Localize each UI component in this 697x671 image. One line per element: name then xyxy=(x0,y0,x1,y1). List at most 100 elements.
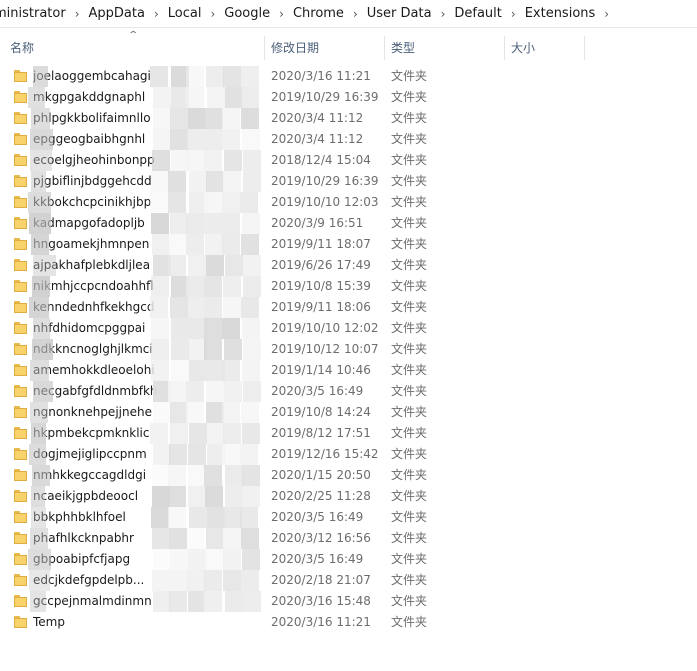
file-row[interactable]: joelaoggembcahagi 2020/3/16 11:21 文件夹 xyxy=(0,66,697,87)
file-row[interactable]: ajpakhafplebkdljlea 2019/6/26 17:49 文件夹 xyxy=(0,255,697,276)
file-row[interactable]: gbpoabipfcfjapg 2020/3/5 16:49 文件夹 xyxy=(0,549,697,570)
file-row[interactable]: amemhokkdleoelohi 2019/1/14 10:46 文件夹 xyxy=(0,360,697,381)
file-row[interactable]: dogjmejiglipccpnm 2019/12/16 15:42 文件夹 xyxy=(0,444,697,465)
column-divider[interactable] xyxy=(584,36,585,60)
file-row[interactable]: nmhkkegccagdldgi 2020/1/15 20:50 文件夹 xyxy=(0,465,697,486)
column-header-size[interactable]: 大小 xyxy=(511,36,535,60)
chevron-right-icon[interactable]: › xyxy=(604,7,609,21)
chevron-right-icon[interactable]: › xyxy=(441,7,446,21)
file-row[interactable]: mkgpgakddgnaphl 2019/10/29 16:39 文件夹 xyxy=(0,87,697,108)
chevron-right-icon[interactable]: › xyxy=(75,7,80,21)
file-name: ajpakhafplebkdljlea xyxy=(33,258,151,272)
modified-date: 2019/10/29 16:39 xyxy=(271,90,379,104)
chevron-right-icon[interactable]: › xyxy=(353,7,358,21)
file-name: ncaeikjgpbdeoocl xyxy=(33,489,139,503)
file-name: ngnonknehpejjnehe xyxy=(33,405,152,419)
column-divider[interactable] xyxy=(504,36,505,60)
chevron-right-icon[interactable]: › xyxy=(511,7,516,21)
file-name: hngoamekjhmnpen xyxy=(33,237,150,251)
file-row[interactable]: hkpmbekcpmknklic 2019/8/12 17:51 文件夹 xyxy=(0,423,697,444)
file-type: 文件夹 xyxy=(391,69,428,83)
file-row[interactable]: necgabfgfdldnmbfkh 2020/3/5 16:49 文件夹 xyxy=(0,381,697,402)
folder-icon xyxy=(14,469,27,481)
breadcrumb-item[interactable]: User Data xyxy=(367,6,432,21)
breadcrumb-item[interactable]: Extensions xyxy=(525,6,596,21)
file-name: phafhlkcknpabhr xyxy=(33,531,134,545)
modified-date: 2019/10/8 15:39 xyxy=(271,279,371,293)
file-row[interactable]: phafhlkcknpabhr 2020/3/12 16:56 文件夹 xyxy=(0,528,697,549)
file-type: 文件夹 xyxy=(391,237,428,251)
file-row[interactable]: nhfdhidomcpggpai 2019/10/10 12:02 文件夹 xyxy=(0,318,697,339)
breadcrumb-item[interactable]: AppData xyxy=(89,6,145,21)
column-divider[interactable] xyxy=(384,36,385,60)
file-type: 文件夹 xyxy=(391,216,428,230)
file-type: 文件夹 xyxy=(391,531,428,545)
folder-icon xyxy=(14,196,27,208)
file-row[interactable]: pjgbiflinjbdggehcdd 2019/10/29 16:39 文件夹 xyxy=(0,171,697,192)
file-type: 文件夹 xyxy=(391,426,428,440)
modified-date: 2019/10/8 14:24 xyxy=(271,405,371,419)
column-header-modified[interactable]: 修改日期 xyxy=(271,36,319,60)
file-row[interactable]: ngnonknehpejjnehe 2019/10/8 14:24 文件夹 xyxy=(0,402,697,423)
file-type: 文件夹 xyxy=(391,594,428,608)
file-row[interactable]: bbkphhbklhfoel 2020/3/5 16:49 文件夹 xyxy=(0,507,697,528)
file-row[interactable]: epggeogbaibhgnhl 2020/3/4 11:12 文件夹 xyxy=(0,129,697,150)
modified-date: 2020/1/15 20:50 xyxy=(271,468,371,482)
modified-date: 2020/3/4 11:12 xyxy=(271,132,364,146)
chevron-right-icon[interactable]: › xyxy=(154,7,159,21)
file-row[interactable]: ncaeikjgpbdeoocl 2020/2/25 11:28 文件夹 xyxy=(0,486,697,507)
file-type: 文件夹 xyxy=(391,363,428,377)
file-type: 文件夹 xyxy=(391,384,428,398)
modified-date: 2019/6/26 17:49 xyxy=(271,258,371,272)
modified-date: 2019/10/29 16:39 xyxy=(271,174,379,188)
file-name: kenndednhfkekhgcd xyxy=(33,300,155,314)
file-name: nmhkkegccagdldgi xyxy=(33,468,147,482)
modified-date: 2019/9/11 18:06 xyxy=(271,300,371,314)
folder-icon xyxy=(14,70,27,82)
folder-icon xyxy=(14,364,27,376)
modified-date: 2020/3/4 11:12 xyxy=(271,111,364,125)
folder-icon xyxy=(14,532,27,544)
file-type: 文件夹 xyxy=(391,342,428,356)
breadcrumb-item[interactable]: Google xyxy=(224,6,270,21)
chevron-right-icon[interactable]: › xyxy=(279,7,284,21)
folder-icon xyxy=(14,322,27,334)
breadcrumb-item[interactable]: ministrator xyxy=(0,6,66,21)
file-row[interactable]: gccpejnmalmdinmn 2020/3/16 15:48 文件夹 xyxy=(0,591,697,612)
modified-date: 2019/10/12 10:07 xyxy=(271,342,379,356)
file-name: ndkkncnoglghjlkmci xyxy=(33,342,153,356)
file-row[interactable]: kenndednhfkekhgcd 2019/9/11 18:06 文件夹 xyxy=(0,297,697,318)
breadcrumb-item[interactable]: Default xyxy=(454,6,502,21)
file-row[interactable]: nikmhjccpcndoahhfl 2019/10/8 15:39 文件夹 xyxy=(0,276,697,297)
modified-date: 2020/3/16 11:21 xyxy=(271,69,371,83)
file-type: 文件夹 xyxy=(391,615,428,629)
file-type: 文件夹 xyxy=(391,321,428,335)
modified-date: 2020/2/18 21:07 xyxy=(271,573,371,587)
folder-icon xyxy=(14,280,27,292)
column-divider[interactable] xyxy=(264,36,265,60)
folder-icon xyxy=(14,238,27,250)
file-name: nhfdhidomcpggpai xyxy=(33,321,146,335)
folder-icon xyxy=(14,595,27,607)
file-row[interactable]: kkbokchcpcinikhjbp 2019/10/10 12:03 文件夹 xyxy=(0,192,697,213)
column-header-name[interactable]: 名称 xyxy=(10,36,34,60)
file-name: hkpmbekcpmknklic xyxy=(33,426,150,440)
breadcrumb-item[interactable]: Local xyxy=(168,6,202,21)
chevron-right-icon[interactable]: › xyxy=(210,7,215,21)
folder-icon xyxy=(14,133,27,145)
file-type: 文件夹 xyxy=(391,132,428,146)
file-row[interactable]: edcjkdefgpdelpb... 2020/2/18 21:07 文件夹 xyxy=(0,570,697,591)
file-row[interactable]: ecoelgjheohinbonpp 2018/12/4 15:04 文件夹 xyxy=(0,150,697,171)
folder-icon xyxy=(14,301,27,313)
file-row[interactable]: Temp 2020/3/16 11:21 文件夹 xyxy=(0,612,697,633)
folder-icon xyxy=(14,154,27,166)
file-type: 文件夹 xyxy=(391,90,428,104)
file-row[interactable]: phlpgkkbolifaimnllo 2020/3/4 11:12 文件夹 xyxy=(0,108,697,129)
modified-date: 2020/3/9 16:51 xyxy=(271,216,364,230)
file-row[interactable]: ndkkncnoglghjlkmci 2019/10/12 10:07 文件夹 xyxy=(0,339,697,360)
file-row[interactable]: kadmapgofadopljb 2020/3/9 16:51 文件夹 xyxy=(0,213,697,234)
breadcrumb-item[interactable]: Chrome xyxy=(293,6,344,21)
file-name: amemhokkdleoelohi xyxy=(33,363,155,377)
column-header-type[interactable]: 类型 xyxy=(391,36,415,60)
file-row[interactable]: hngoamekjhmnpen 2019/9/11 18:07 文件夹 xyxy=(0,234,697,255)
